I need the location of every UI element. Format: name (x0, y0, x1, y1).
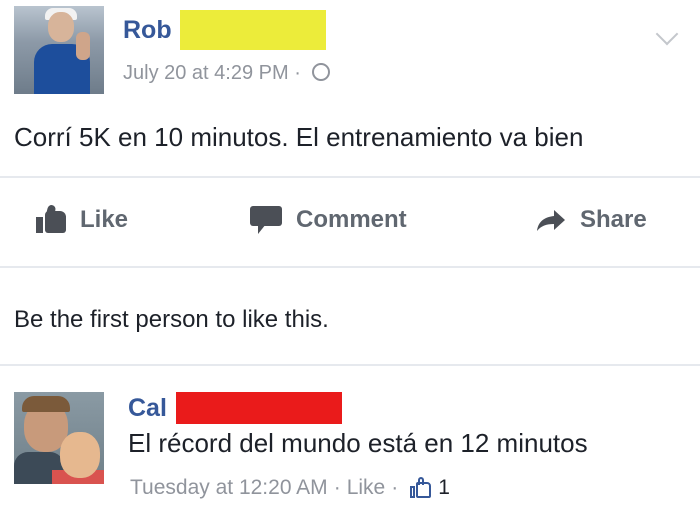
thumbs-up-icon[interactable] (410, 477, 432, 499)
comment-like-count[interactable]: 1 (438, 476, 450, 500)
meta-separator: · (391, 476, 399, 499)
comment-timestamp[interactable]: Tuesday at 12:20 AM (130, 476, 328, 500)
comment-meta: Tuesday at 12:20 AM · Like · 1 (130, 476, 450, 500)
facebook-post: Rob July 20 at 4:29 PM · Corrí 5K en 10 … (0, 0, 700, 507)
likes-summary: Be the first person to like this. (14, 306, 329, 333)
share-label: Share (580, 206, 647, 233)
author-name[interactable]: Rob (123, 16, 172, 45)
chevron-down-icon[interactable] (655, 22, 679, 46)
name-redaction (176, 392, 342, 424)
post-meta: July 20 at 4:29 PM · (123, 62, 331, 85)
comment-like-link[interactable]: Like (347, 476, 386, 500)
like-label: Like (80, 206, 129, 233)
globe-icon (312, 63, 331, 81)
meta-separator: · (294, 62, 301, 84)
commenter-avatar[interactable] (14, 392, 104, 484)
share-button[interactable]: Share (536, 200, 647, 240)
name-redaction (180, 10, 326, 50)
thumbs-up-icon (36, 204, 66, 233)
like-button[interactable]: Like (36, 200, 128, 240)
comment-label: Comment (296, 206, 407, 233)
comment-icon (250, 206, 282, 234)
comment-button[interactable]: Comment (250, 200, 407, 240)
divider (0, 266, 700, 268)
commenter-name[interactable]: Cal (128, 394, 167, 423)
share-arrow-icon (537, 210, 565, 231)
divider (0, 176, 700, 178)
comment-text: El récord del mundo está en 12 minutos (128, 428, 588, 458)
post-timestamp[interactable]: July 20 at 4:29 PM (123, 62, 289, 84)
divider (0, 364, 700, 366)
post-text: Corrí 5K en 10 minutos. El entrenamiento… (14, 122, 584, 152)
author-avatar[interactable] (14, 6, 104, 94)
meta-separator: · (333, 476, 341, 499)
